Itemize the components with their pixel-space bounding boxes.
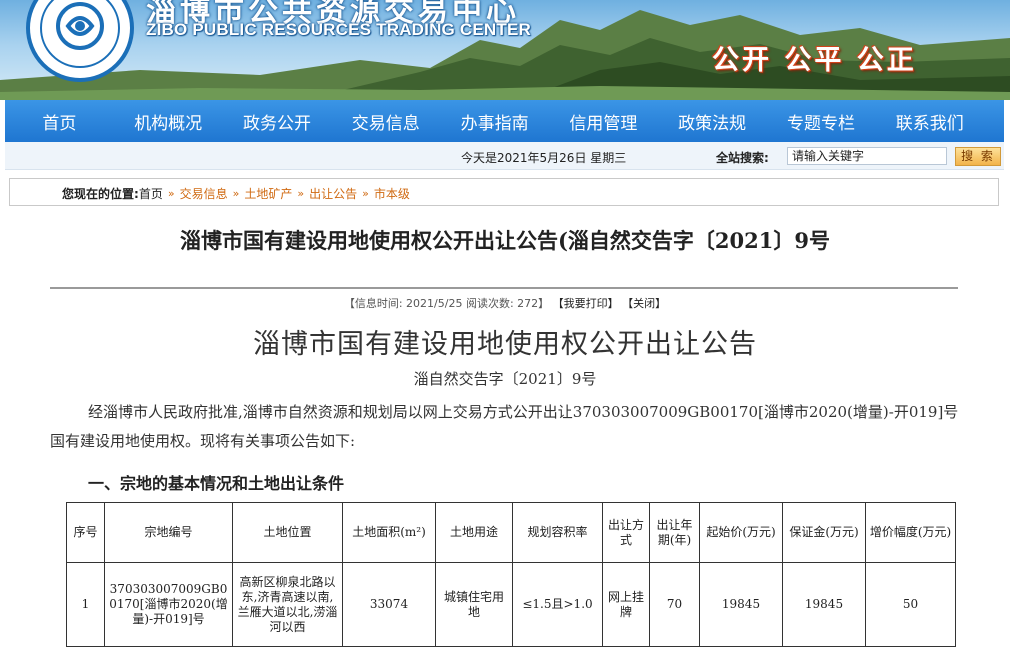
col-header-plot-ratio: 规划容积率 bbox=[512, 502, 603, 563]
search-label: 全站搜索: bbox=[716, 151, 769, 165]
breadcrumb: 您现在的位置: 首页 » 交易信息 » 土地矿产 » 出让公告 » 市本级 bbox=[9, 178, 999, 206]
search-button[interactable]: 搜 索 bbox=[955, 147, 1001, 166]
col-header-usage: 土地用途 bbox=[435, 502, 513, 563]
article-title: 淄博市国有建设用地使用权公开出让公告(淄自然交告字〔2021〕9号 bbox=[180, 228, 830, 253]
notice-document-number: 淄自然交告字〔2021〕9号 bbox=[413, 370, 597, 388]
table-header-row: 序号 宗地编号 土地位置 土地面积(m²) 土地用途 规划容积率 出让方式 出让… bbox=[66, 502, 956, 563]
cell-parcel-id: 370303007009GB00170[淄博市2020(增量)-开019]号 bbox=[104, 562, 233, 647]
logo-emblem-icon bbox=[56, 2, 104, 50]
breadcrumb-label: 您现在的位置: bbox=[62, 187, 139, 201]
table-row: 1 370303007009GB00170[淄博市2020(增量)-开019]号… bbox=[66, 562, 956, 647]
nav-item-guide[interactable]: 办事指南 bbox=[440, 109, 549, 134]
breadcrumb-trading-info[interactable]: 交易信息 bbox=[180, 185, 228, 202]
print-link[interactable]: 【我要打印】 bbox=[553, 297, 619, 310]
title-divider bbox=[50, 287, 958, 289]
article-meta: 【信息时间: 2021/5/25 阅读次数: 272】 【我要打印】 【关闭】 bbox=[0, 295, 1010, 311]
nav-item-home[interactable]: 首页 bbox=[5, 109, 114, 134]
cell-increment: 50 bbox=[865, 562, 956, 647]
cell-starting-price: 19845 bbox=[699, 562, 783, 647]
close-link[interactable]: 【关闭】 bbox=[622, 297, 666, 310]
breadcrumb-separator-icon: » bbox=[167, 187, 175, 200]
breadcrumb-home[interactable]: 首页 bbox=[139, 185, 163, 202]
col-header-area: 土地面积(m²) bbox=[342, 502, 436, 563]
nav-item-contact[interactable]: 联系我们 bbox=[875, 109, 984, 134]
breadcrumb-transfer-notice[interactable]: 出让公告 bbox=[309, 185, 357, 202]
breadcrumb-separator-icon: » bbox=[232, 187, 240, 200]
info-bar: 今天是2021年5月26日 星期三 全站搜索: 搜 索 bbox=[5, 142, 1004, 170]
breadcrumb-land-minerals[interactable]: 土地矿产 bbox=[244, 185, 292, 202]
main-nav: 首页 机构概况 政务公开 交易信息 办事指南 信用管理 政策法规 专题专栏 联系… bbox=[5, 100, 1004, 142]
site-title-en: ZIBO PUBLIC RESOURCES TRADING CENTER bbox=[146, 20, 531, 39]
slogan: 公开 公平 公正 bbox=[712, 45, 917, 76]
cell-location: 高新区柳泉北路以东,济青高速以南,兰雁大道以北,涝淄河以西 bbox=[232, 562, 343, 647]
col-header-transfer-method: 出让方式 bbox=[602, 502, 650, 563]
nav-item-policy[interactable]: 政策法规 bbox=[658, 109, 767, 134]
col-header-deposit: 保证金(万元) bbox=[782, 502, 866, 563]
cell-plot-ratio: ≤1.5且>1.0 bbox=[512, 562, 603, 647]
cell-area: 33074 bbox=[342, 562, 436, 647]
breadcrumb-separator-icon: » bbox=[362, 187, 369, 200]
cell-deposit: 19845 bbox=[782, 562, 866, 647]
current-date: 今天是2021年5月26日 星期三 bbox=[461, 151, 627, 165]
nav-item-credit[interactable]: 信用管理 bbox=[549, 109, 658, 134]
cell-term: 70 bbox=[649, 562, 700, 647]
cell-usage: 城镇住宅用地 bbox=[435, 562, 513, 647]
notice-intro-paragraph: 经淄博市人民政府批准,淄博市自然资源和规划局以网上交易方式公开出让3703030… bbox=[50, 403, 959, 450]
col-header-location: 土地位置 bbox=[232, 502, 343, 563]
nav-item-trading-info[interactable]: 交易信息 bbox=[331, 109, 440, 134]
site-banner: 淄博市公共资源交易中心 ZIBO PUBLIC RESOURCES TRADIN… bbox=[0, 0, 1010, 100]
view-count: 阅读次数: 272】 bbox=[465, 297, 550, 310]
cell-transfer-method: 网上挂牌 bbox=[602, 562, 650, 647]
notice-main-title: 淄博市国有建设用地使用权公开出让公告 bbox=[253, 329, 757, 360]
col-header-term: 出让年期(年) bbox=[649, 502, 700, 563]
breadcrumb-city-level[interactable]: 市本级 bbox=[374, 185, 410, 202]
land-parcel-table: 序号 宗地编号 土地位置 土地面积(m²) 土地用途 规划容积率 出让方式 出让… bbox=[66, 502, 956, 647]
nav-item-public-affairs[interactable]: 政务公开 bbox=[223, 109, 332, 134]
nav-item-topics[interactable]: 专题专栏 bbox=[767, 109, 876, 134]
search-input[interactable] bbox=[787, 147, 947, 165]
info-time: 【信息时间: 2021/5/25 bbox=[343, 297, 463, 310]
section-heading: 一、宗地的基本情况和土地出让条件 bbox=[88, 474, 345, 493]
nav-item-about[interactable]: 机构概况 bbox=[114, 109, 223, 134]
col-header-starting-price: 起始价(万元) bbox=[699, 502, 783, 563]
breadcrumb-separator-icon: » bbox=[297, 187, 305, 200]
col-header-increment: 增价幅度(万元) bbox=[865, 502, 956, 563]
cell-index: 1 bbox=[66, 562, 105, 647]
col-header-parcel-id: 宗地编号 bbox=[104, 502, 233, 563]
col-header-index: 序号 bbox=[66, 502, 105, 563]
